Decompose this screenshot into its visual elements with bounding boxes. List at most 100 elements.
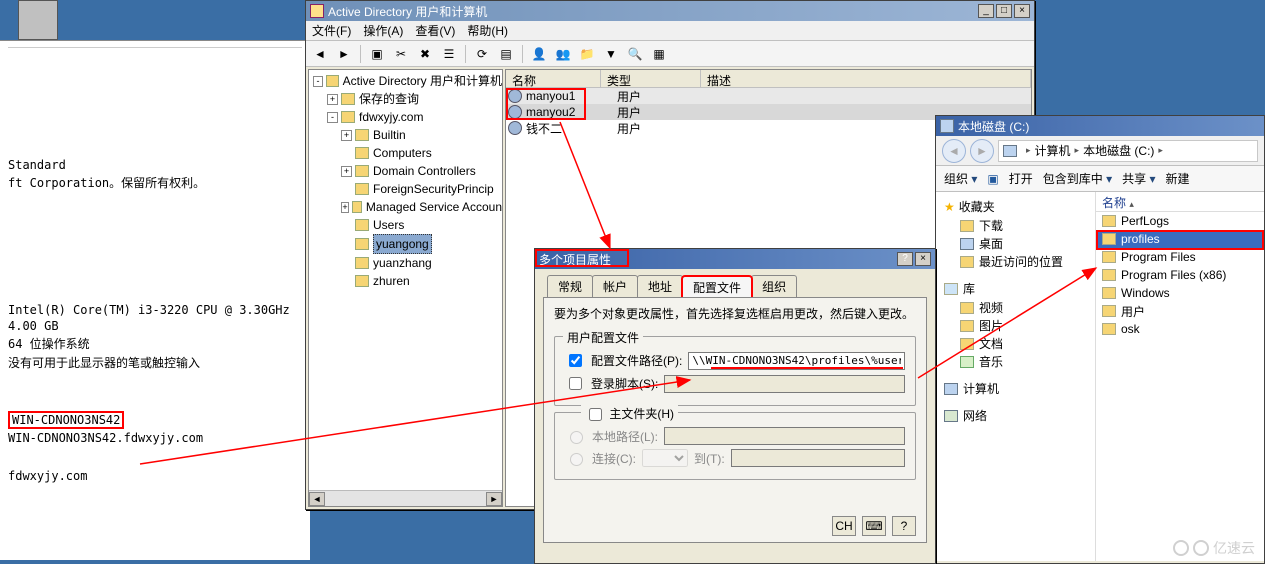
radio-connect[interactable] bbox=[570, 453, 583, 466]
col-name[interactable]: 名称 ▴ bbox=[1096, 192, 1264, 212]
expander-icon[interactable]: - bbox=[313, 76, 323, 87]
nav-computer[interactable]: 计算机 bbox=[963, 380, 999, 397]
radio-local-path[interactable] bbox=[570, 431, 583, 444]
new-ou-icon[interactable]: 📁 bbox=[577, 44, 597, 64]
cmd-share[interactable]: 共享 bbox=[1122, 170, 1155, 187]
input-local-path[interactable] bbox=[664, 427, 905, 445]
properties-icon[interactable]: ☰ bbox=[439, 44, 459, 64]
address-bar[interactable]: ▸ 计算机 ▸ 本地磁盘 (C:) ▸ bbox=[998, 140, 1258, 162]
new-group-icon[interactable]: 👥 bbox=[553, 44, 573, 64]
find-icon[interactable]: 🔍 bbox=[625, 44, 645, 64]
tree-root[interactable]: Active Directory 用户和计算机 bbox=[343, 72, 502, 90]
nav-pictures[interactable]: 图片 bbox=[979, 317, 1003, 334]
cmd-organize[interactable]: 组织 bbox=[944, 170, 977, 187]
select-drive-letter[interactable] bbox=[642, 449, 688, 467]
keyboard-icon[interactable]: ⌨ bbox=[862, 516, 886, 536]
cut-icon[interactable]: ✂ bbox=[391, 44, 411, 64]
nav-downloads[interactable]: 下载 bbox=[979, 217, 1003, 234]
tab-profile[interactable]: 配置文件 bbox=[682, 276, 752, 298]
explorer-file-list[interactable]: 名称 ▴ PerfLogs profiles Program Files Pro… bbox=[1096, 192, 1264, 561]
tree-computers[interactable]: Computers bbox=[373, 144, 432, 162]
tree-yuanzhang[interactable]: yuanzhang bbox=[373, 254, 432, 272]
file-item[interactable]: osk bbox=[1096, 320, 1264, 338]
new-user-icon[interactable]: 👤 bbox=[529, 44, 549, 64]
tree-zhuren[interactable]: zhuren bbox=[373, 272, 410, 290]
list-icon[interactable]: ▤ bbox=[496, 44, 516, 64]
input-logon-script[interactable] bbox=[664, 375, 905, 393]
chk-home-folder[interactable] bbox=[589, 408, 602, 421]
nav-recent[interactable]: 最近访问的位置 bbox=[979, 253, 1063, 270]
close-button[interactable]: × bbox=[915, 252, 931, 266]
nav-libraries[interactable]: 库 bbox=[963, 280, 975, 297]
help-icon[interactable]: ? bbox=[892, 516, 916, 536]
expander-icon[interactable]: - bbox=[327, 112, 338, 123]
chk-logon-script[interactable] bbox=[569, 377, 582, 390]
forward-icon[interactable]: ► bbox=[334, 44, 354, 64]
nav-back-icon[interactable]: ◄ bbox=[942, 139, 966, 163]
delete-icon[interactable]: ✖ bbox=[415, 44, 435, 64]
file-item[interactable]: PerfLogs bbox=[1096, 212, 1264, 230]
chk-profile-path[interactable] bbox=[569, 354, 582, 367]
tab-general[interactable]: 常规 bbox=[547, 275, 593, 297]
back-icon[interactable]: ◄ bbox=[310, 44, 330, 64]
nav-music[interactable]: 音乐 bbox=[979, 353, 1003, 370]
file-item[interactable]: Program Files bbox=[1096, 248, 1264, 266]
expander-icon[interactable]: + bbox=[341, 130, 352, 141]
close-button[interactable]: × bbox=[1014, 4, 1030, 18]
nav-videos[interactable]: 视频 bbox=[979, 299, 1003, 316]
file-item-profiles[interactable]: profiles bbox=[1096, 230, 1264, 248]
tab-address[interactable]: 地址 bbox=[637, 275, 683, 297]
tree-fsp[interactable]: ForeignSecurityPrincip bbox=[373, 180, 494, 198]
list-row[interactable]: manyou1用户 bbox=[506, 88, 1031, 104]
tree-saved-queries[interactable]: 保存的查询 bbox=[359, 90, 419, 108]
menu-action[interactable]: 操作(A) bbox=[363, 22, 403, 39]
props-titlebar[interactable]: 多个项目属性 ? × bbox=[535, 249, 935, 269]
addr-computer[interactable]: 计算机 bbox=[1035, 142, 1071, 159]
cmd-open[interactable]: 打开 bbox=[1009, 170, 1033, 187]
file-item[interactable]: Program Files (x86) bbox=[1096, 266, 1264, 284]
tab-account[interactable]: 帐户 bbox=[592, 275, 638, 297]
maximize-button[interactable]: □ bbox=[996, 4, 1012, 18]
tree-users[interactable]: Users bbox=[373, 216, 404, 234]
cmd-open-icon[interactable]: ▣ bbox=[987, 172, 998, 186]
file-item[interactable]: Windows bbox=[1096, 284, 1264, 302]
expander-icon[interactable]: + bbox=[341, 202, 349, 213]
scroll-right-icon[interactable]: ► bbox=[486, 492, 502, 506]
cmd-new[interactable]: 新建 bbox=[1165, 170, 1189, 187]
nav-documents[interactable]: 文档 bbox=[979, 335, 1003, 352]
nav-desktop[interactable]: 桌面 bbox=[979, 235, 1003, 252]
help-button[interactable]: ? bbox=[897, 252, 913, 266]
nav-forward-icon[interactable]: ► bbox=[970, 139, 994, 163]
ad-tree-pane[interactable]: - Active Directory 用户和计算机 + 保存的查询 - fdwxyjy… bbox=[308, 69, 503, 507]
nav-favorites[interactable]: 收藏夹 bbox=[959, 198, 995, 215]
ad-titlebar[interactable]: Active Directory 用户和计算机 _ □ × bbox=[306, 1, 1034, 21]
lang-ch-button[interactable]: CH bbox=[832, 516, 856, 536]
tree-domain[interactable]: fdwxyjy.com bbox=[359, 108, 423, 126]
menu-help[interactable]: 帮助(H) bbox=[467, 22, 508, 39]
expander-icon[interactable]: + bbox=[341, 166, 352, 177]
file-item[interactable]: 用户 bbox=[1096, 302, 1264, 320]
input-connect-to[interactable] bbox=[731, 449, 905, 467]
tab-org[interactable]: 组织 bbox=[751, 275, 797, 297]
tree-yuangong[interactable]: yuangong bbox=[373, 234, 432, 254]
tree-builtin[interactable]: Builtin bbox=[373, 126, 406, 144]
refresh-icon[interactable]: ⟳ bbox=[472, 44, 492, 64]
cmd-include[interactable]: 包含到库中 bbox=[1043, 170, 1112, 187]
more-icon[interactable]: ▦ bbox=[649, 44, 669, 64]
expander-icon[interactable]: + bbox=[327, 94, 338, 105]
menu-view[interactable]: 查看(V) bbox=[415, 22, 455, 39]
tree-msa[interactable]: Managed Service Accoun bbox=[366, 198, 502, 216]
menu-file[interactable]: 文件(F) bbox=[312, 22, 351, 39]
filter-icon[interactable]: ▼ bbox=[601, 44, 621, 64]
col-desc[interactable]: 描述 bbox=[701, 70, 1031, 87]
tree-dcs[interactable]: Domain Controllers bbox=[373, 162, 476, 180]
col-name[interactable]: 名称 bbox=[506, 70, 601, 87]
explorer-titlebar[interactable]: 本地磁盘 (C:) bbox=[936, 116, 1264, 136]
addr-drive[interactable]: 本地磁盘 (C:) bbox=[1083, 142, 1154, 159]
minimize-button[interactable]: _ bbox=[978, 4, 994, 18]
ad-tree-hscrollbar[interactable]: ◄ ► bbox=[309, 490, 502, 506]
nav-network[interactable]: 网络 bbox=[963, 407, 987, 424]
up-icon[interactable]: ▣ bbox=[367, 44, 387, 64]
explorer-nav-pane[interactable]: ★收藏夹 下载 桌面 最近访问的位置 库 视频 图片 文档 音乐 计算机 网络 bbox=[936, 192, 1096, 561]
scroll-left-icon[interactable]: ◄ bbox=[309, 492, 325, 506]
